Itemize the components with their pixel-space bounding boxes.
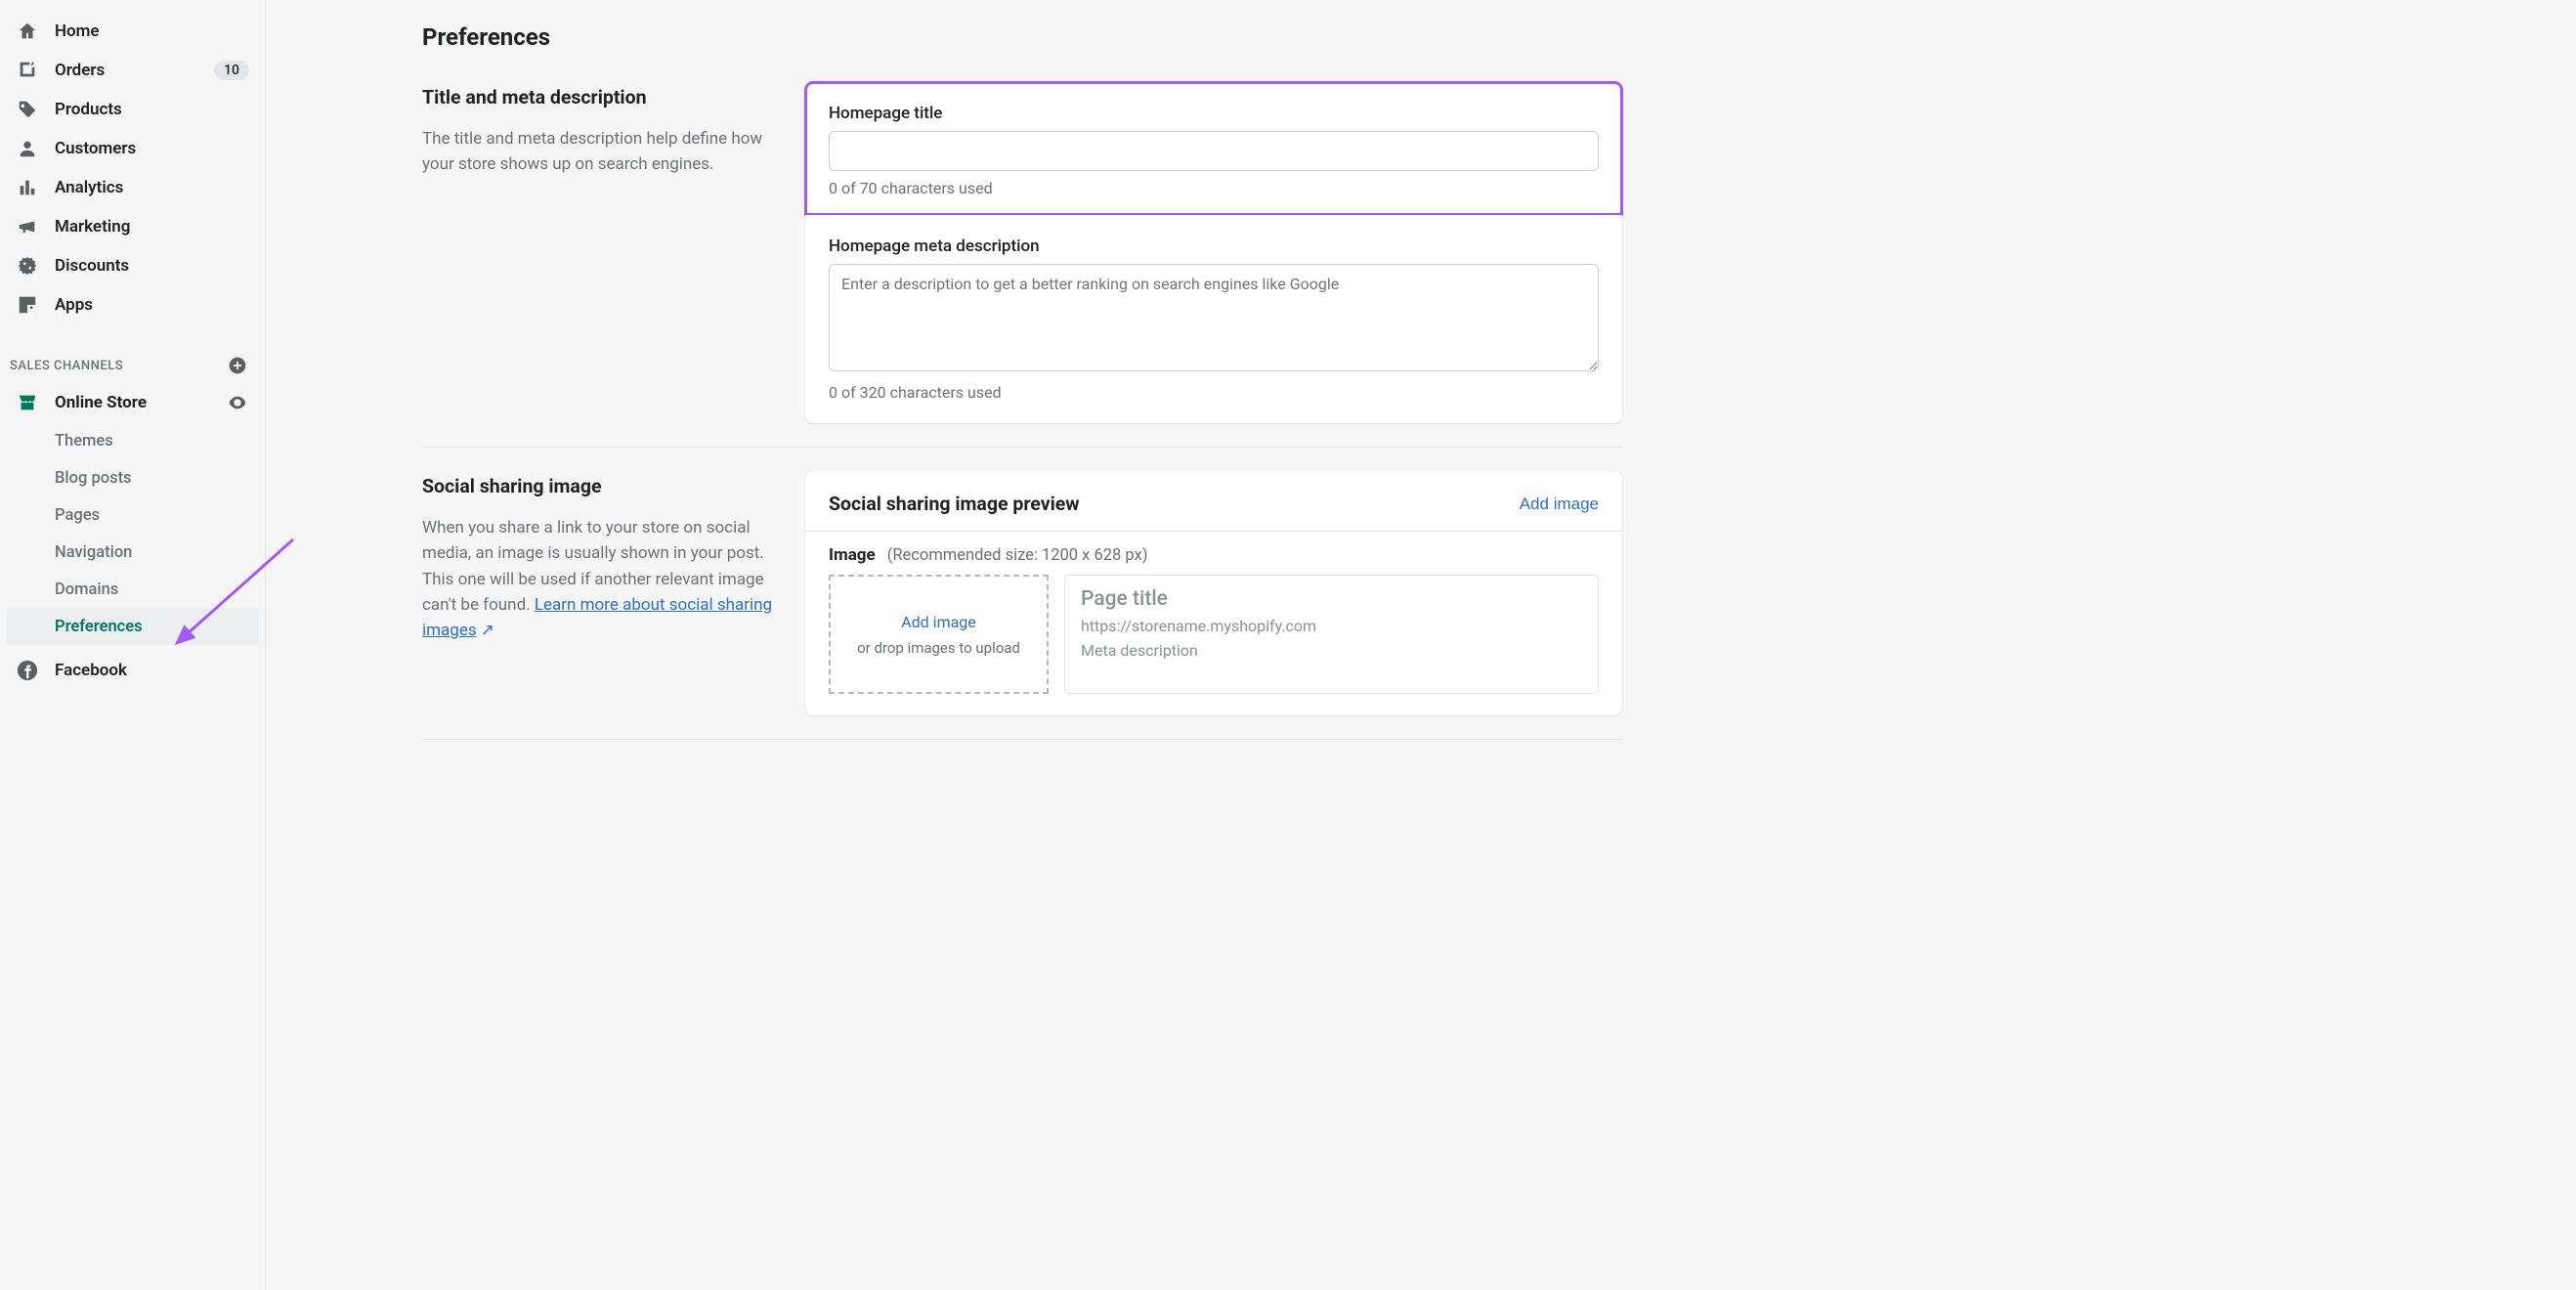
page-title: Preferences <box>422 23 1622 51</box>
sidebar-item-label: Marketing <box>55 217 249 236</box>
orders-icon <box>16 59 39 82</box>
sidebar: Home Orders 10 Products Customers Analyt… <box>0 0 266 1290</box>
apps-icon <box>16 293 39 317</box>
sidebar-item-label: Discounts <box>55 256 249 276</box>
social-sharing-section: Social sharing image When you share a li… <box>422 471 1622 740</box>
sidebar-item-label: Apps <box>55 295 249 315</box>
homepage-meta-label: Homepage meta description <box>829 236 1599 256</box>
social-preview-card: Social sharing image preview Add image I… <box>805 471 1622 715</box>
add-channel-button[interactable] <box>226 354 249 377</box>
sidebar-sub-domains[interactable]: Domains <box>0 571 265 608</box>
external-link-icon: ↗ <box>481 618 494 643</box>
home-icon <box>16 20 39 43</box>
sidebar-sub-themes[interactable]: Themes <box>0 422 265 459</box>
sidebar-sub-navigation[interactable]: Navigation <box>0 534 265 571</box>
homepage-title-input[interactable] <box>829 131 1599 171</box>
sidebar-sub-preferences[interactable]: Preferences <box>6 608 259 645</box>
social-preview-box: Page title https://storename.myshopify.c… <box>1064 575 1599 694</box>
tag-icon <box>16 98 39 121</box>
homepage-meta-textarea[interactable] <box>829 264 1599 371</box>
section-description: When you share a link to your store on s… <box>422 515 774 644</box>
sidebar-item-home[interactable]: Home <box>0 12 265 51</box>
homepage-meta-helper: 0 of 320 characters used <box>829 383 1599 402</box>
sidebar-item-discounts[interactable]: Discounts <box>0 246 265 285</box>
sidebar-item-label: Facebook <box>55 661 249 680</box>
sidebar-item-label: Analytics <box>55 178 249 197</box>
preview-meta: Meta description <box>1081 641 1582 660</box>
preview-page-title: Page title <box>1081 587 1582 611</box>
view-store-button[interactable] <box>226 391 249 414</box>
sidebar-item-online-store[interactable]: Online Store <box>0 383 265 422</box>
store-icon <box>16 391 39 414</box>
sidebar-item-label: Products <box>55 100 249 119</box>
preview-url: https://storename.myshopify.com <box>1081 617 1582 635</box>
sidebar-item-customers[interactable]: Customers <box>0 129 265 168</box>
sales-channels-header: SALES CHANNELS <box>0 344 265 383</box>
homepage-title-helper: 0 of 70 characters used <box>829 179 1599 197</box>
recommended-size: (Recommended size: 1200 x 628 px) <box>887 546 1148 565</box>
section-heading: Social sharing image <box>422 475 774 497</box>
section-description: The title and meta description help defi… <box>422 126 774 178</box>
section-heading: Title and meta description <box>422 86 774 108</box>
homepage-meta-card: Homepage meta description 0 of 320 chara… <box>805 215 1622 423</box>
drop-add-label: Add image <box>901 613 976 631</box>
chart-icon <box>16 176 39 199</box>
sidebar-item-label: Orders <box>55 61 198 80</box>
drop-hint: or drop images to upload <box>857 639 1020 657</box>
orders-badge: 10 <box>214 61 249 80</box>
sidebar-item-orders[interactable]: Orders 10 <box>0 51 265 90</box>
megaphone-icon <box>16 215 39 238</box>
title-meta-section: Title and meta description The title and… <box>422 82 1622 448</box>
facebook-icon <box>16 659 39 682</box>
main-content: Preferences Title and meta description T… <box>266 0 1653 1290</box>
sidebar-item-facebook[interactable]: Facebook <box>0 651 265 690</box>
sidebar-item-label: Customers <box>55 139 249 158</box>
add-image-button[interactable]: Add image <box>1520 494 1599 514</box>
homepage-title-label: Homepage title <box>829 104 1599 123</box>
sidebar-sub-pages[interactable]: Pages <box>0 496 265 534</box>
person-icon <box>16 137 39 160</box>
sidebar-item-apps[interactable]: Apps <box>0 285 265 324</box>
discount-icon <box>16 254 39 278</box>
image-label: Image <box>829 545 876 565</box>
image-drop-zone[interactable]: Add image or drop images to upload <box>829 575 1049 694</box>
card-heading: Social sharing image preview <box>829 493 1080 515</box>
sidebar-item-label: Home <box>55 22 249 41</box>
sidebar-item-products[interactable]: Products <box>0 90 265 129</box>
sidebar-item-analytics[interactable]: Analytics <box>0 168 265 207</box>
homepage-title-card: Homepage title 0 of 70 characters used <box>805 82 1622 215</box>
sidebar-sub-blog-posts[interactable]: Blog posts <box>0 459 265 496</box>
sidebar-item-label: Online Store <box>55 393 210 412</box>
sidebar-item-marketing[interactable]: Marketing <box>0 207 265 246</box>
